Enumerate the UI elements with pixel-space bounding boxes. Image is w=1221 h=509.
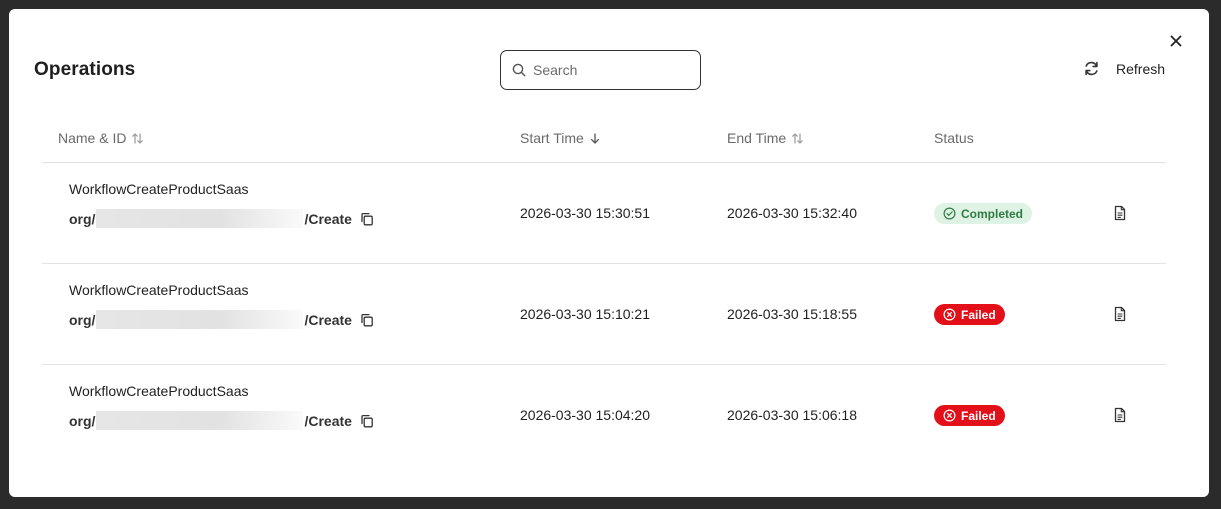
table-row[interactable]: WorkflowCreateProductSaas org/ /Create 2… — [42, 365, 1166, 466]
copy-id-button[interactable] — [360, 313, 374, 327]
search-icon — [512, 63, 526, 77]
column-header-end-time[interactable]: End Time — [727, 130, 804, 146]
view-logs-button[interactable] — [1112, 205, 1128, 221]
column-header-start-time-label: Start Time — [520, 130, 584, 146]
status-label: Failed — [961, 307, 996, 322]
view-logs-button[interactable] — [1112, 306, 1128, 322]
start-time: 2026-03-30 15:04:20 — [520, 407, 650, 423]
refresh-label: Refresh — [1116, 60, 1166, 77]
check-circle-icon — [943, 207, 956, 220]
operation-id: org/ /Create — [69, 310, 374, 329]
column-header-start-time[interactable]: Start Time — [520, 130, 601, 146]
status-badge: Failed — [934, 304, 1005, 325]
copy-icon — [361, 313, 373, 326]
table-header: Name & ID Start Time End Time Status — [42, 127, 1166, 163]
status-badge: Failed — [934, 405, 1005, 426]
table-row[interactable]: WorkflowCreateProductSaas org/ /Create 2… — [42, 163, 1166, 264]
copy-id-button[interactable] — [360, 414, 374, 428]
operation-id-prefix: org/ — [69, 412, 96, 429]
copy-icon — [361, 212, 373, 225]
operation-id-suffix: /Create — [304, 412, 352, 429]
operation-id-prefix: org/ — [69, 210, 96, 227]
redacted-id — [96, 310, 304, 329]
close-icon — [1170, 35, 1182, 47]
table-row[interactable]: WorkflowCreateProductSaas org/ /Create 2… — [42, 264, 1166, 365]
search-box[interactable] — [500, 50, 701, 90]
status-label: Completed — [961, 206, 1024, 221]
operation-id-suffix: /Create — [304, 210, 352, 227]
modal-title: Operations — [34, 59, 136, 80]
column-header-end-time-label: End Time — [727, 130, 787, 146]
refresh-button[interactable]: Refresh — [1083, 60, 1165, 77]
start-time: 2026-03-30 15:30:51 — [520, 205, 650, 221]
operation-name: WorkflowCreateProductSaas — [69, 383, 249, 399]
search-input[interactable] — [533, 62, 683, 78]
sort-icon — [132, 132, 144, 144]
operation-id: org/ /Create — [69, 411, 374, 430]
refresh-icon — [1085, 61, 1098, 76]
column-header-status: Status — [934, 130, 974, 146]
end-time: 2026-03-30 15:18:55 — [727, 306, 857, 322]
document-icon — [1114, 205, 1126, 221]
column-header-status-label: Status — [934, 130, 974, 146]
start-time: 2026-03-30 15:10:21 — [520, 306, 650, 322]
status-badge: Completed — [934, 203, 1033, 224]
redacted-id — [96, 209, 304, 228]
operation-name: WorkflowCreateProductSaas — [69, 282, 249, 298]
document-icon — [1114, 407, 1126, 423]
redacted-id — [96, 411, 304, 430]
end-time: 2026-03-30 15:32:40 — [727, 205, 857, 221]
operations-modal: Operations Refresh Name & ID Start Time — [9, 9, 1209, 497]
operation-id: org/ /Create — [69, 209, 374, 228]
operation-id-prefix: org/ — [69, 311, 96, 328]
operation-id-suffix: /Create — [304, 311, 352, 328]
document-icon — [1114, 306, 1126, 322]
status-label: Failed — [961, 408, 996, 423]
copy-icon — [361, 414, 373, 427]
end-time: 2026-03-30 15:06:18 — [727, 407, 857, 423]
column-header-name-label: Name & ID — [58, 130, 127, 146]
close-button[interactable] — [1168, 33, 1184, 49]
x-circle-icon — [943, 409, 956, 422]
operation-name: WorkflowCreateProductSaas — [69, 181, 249, 197]
copy-id-button[interactable] — [360, 212, 374, 226]
sort-icon — [792, 132, 803, 144]
view-logs-button[interactable] — [1112, 407, 1128, 423]
column-header-name[interactable]: Name & ID — [58, 130, 144, 146]
arrow-down-icon — [590, 132, 599, 144]
x-circle-icon — [943, 308, 956, 321]
